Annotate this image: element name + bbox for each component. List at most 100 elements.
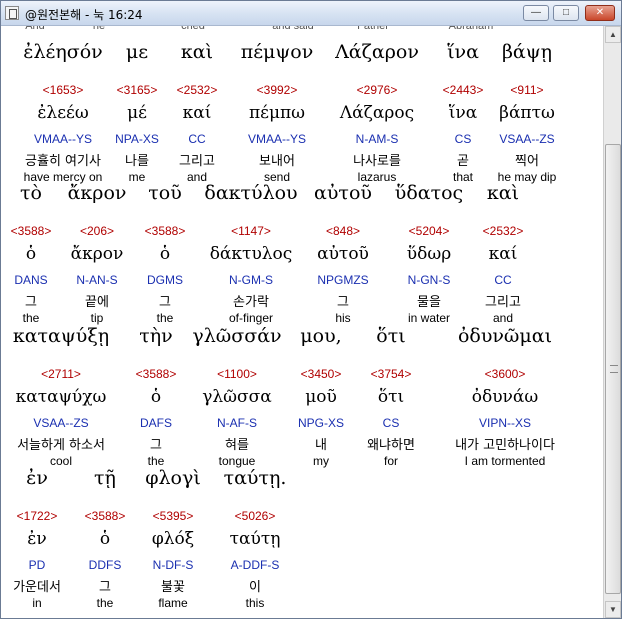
greek-word: τοῦ bbox=[148, 182, 182, 204]
english-gloss: I am tormented bbox=[464, 454, 546, 468]
strongs-number[interactable]: <1653> bbox=[43, 83, 84, 101]
strongs-number[interactable]: <2711> bbox=[41, 367, 81, 385]
lemma: ὀδυνάω bbox=[471, 387, 539, 407]
strongs-number[interactable]: <2976> bbox=[357, 83, 398, 101]
greek-word: ταύτῃ. bbox=[223, 467, 287, 489]
interlinear-text-view[interactable]: And he cried and said Father Abraham ἐλέησόν <… bbox=[1, 26, 601, 618]
strongs-number[interactable]: <3588> bbox=[145, 224, 186, 242]
strongs-number[interactable]: <5026> bbox=[235, 509, 276, 527]
parsing-code: A-DDF-S bbox=[230, 558, 280, 572]
strongs-number[interactable]: <1100> bbox=[217, 367, 257, 385]
lemma: ὕδωρ bbox=[406, 244, 452, 264]
english-gloss: cool bbox=[49, 454, 73, 468]
lemma: βάπτω bbox=[499, 103, 555, 123]
parsing-code: N-GM-S bbox=[229, 273, 273, 287]
strongs-number[interactable]: <2532> bbox=[483, 224, 524, 242]
korean-gloss: 끝에 bbox=[85, 295, 109, 310]
korean-gloss: 그 bbox=[337, 295, 349, 310]
greek-word: δακτύλου bbox=[204, 182, 298, 204]
close-button[interactable]: ✕ bbox=[585, 5, 615, 21]
greek-word: Λάζαρον bbox=[335, 41, 419, 63]
korean-gloss: 서늘하게 하소서 bbox=[17, 438, 105, 453]
greek-word: ὅτι bbox=[376, 325, 406, 347]
strongs-number[interactable]: <1722> bbox=[17, 509, 58, 527]
strongs-number[interactable]: <2443> bbox=[443, 83, 484, 101]
strongs-number[interactable]: <5204> bbox=[409, 224, 450, 242]
greek-word: τὴν bbox=[139, 325, 173, 347]
strongs-number[interactable]: <848> bbox=[326, 224, 360, 242]
parsing-code: DAFS bbox=[139, 416, 173, 430]
cut-off-word: And bbox=[25, 26, 45, 32]
korean-gloss: 나를 bbox=[125, 154, 149, 169]
lemma: ὁ bbox=[150, 387, 162, 407]
greek-word: τῇ bbox=[94, 467, 116, 489]
document-icon[interactable] bbox=[5, 6, 19, 20]
maximize-button[interactable]: □ bbox=[553, 5, 579, 21]
korean-gloss: 나사로를 bbox=[353, 154, 401, 169]
english-gloss: me bbox=[128, 170, 146, 184]
strongs-number[interactable]: <3588> bbox=[136, 367, 177, 385]
cut-off-word: Father bbox=[357, 26, 389, 32]
korean-gloss: 그리고 bbox=[179, 154, 215, 169]
greek-word: ἵνα bbox=[447, 41, 479, 63]
lemma: μέ bbox=[127, 103, 147, 123]
minimize-button[interactable]: — bbox=[523, 5, 549, 21]
english-gloss: in bbox=[32, 596, 42, 610]
parsing-code: VMAA--YS bbox=[247, 132, 307, 146]
korean-gloss: 그리고 bbox=[485, 295, 521, 310]
lemma: δάκτυλος bbox=[209, 244, 293, 264]
korean-gloss: 이 bbox=[249, 580, 261, 595]
lemma: ὅτι bbox=[377, 387, 405, 407]
parsing-code: VMAA--YS bbox=[33, 132, 93, 146]
strongs-number[interactable]: <3588> bbox=[11, 224, 52, 242]
vertical-scrollbar[interactable]: ▲ ▼ bbox=[603, 26, 621, 618]
strongs-number[interactable]: <3992> bbox=[257, 83, 298, 101]
greek-word: με bbox=[125, 41, 149, 63]
parsing-code: DANS bbox=[14, 273, 48, 287]
lemma: Λάζαρος bbox=[339, 103, 415, 123]
lemma: ὁ bbox=[25, 244, 37, 264]
parsing-code: CC bbox=[494, 273, 512, 287]
window-title: @원전본해 - 눅 16:24 bbox=[25, 8, 143, 22]
greek-word: ἐλέησόν bbox=[23, 41, 103, 63]
english-gloss: the bbox=[22, 311, 40, 325]
strongs-number[interactable]: <206> bbox=[80, 224, 114, 242]
grip-icon bbox=[610, 365, 618, 373]
lemma: καταψύχω bbox=[15, 387, 107, 407]
greek-word: αὐτοῦ bbox=[314, 182, 372, 204]
lemma: ὁ bbox=[159, 244, 171, 264]
scroll-down-button[interactable]: ▼ bbox=[605, 601, 621, 618]
scroll-thumb[interactable] bbox=[605, 144, 621, 594]
strongs-number[interactable]: <5395> bbox=[153, 509, 194, 527]
parsing-code: N-GN-S bbox=[407, 273, 451, 287]
korean-gloss: 왜냐하면 bbox=[367, 438, 415, 453]
greek-word: φλογὶ bbox=[145, 467, 201, 489]
lemma: καί bbox=[488, 244, 518, 264]
english-gloss: flame bbox=[158, 596, 188, 610]
korean-gloss: 긍휼히 여기사 bbox=[25, 154, 101, 169]
greek-word: ὀδυνῶμαι bbox=[457, 325, 553, 347]
arrow-up-icon: ▲ bbox=[609, 30, 617, 39]
strongs-number[interactable]: <3600> bbox=[485, 367, 526, 385]
greek-word: πέμψον bbox=[240, 41, 314, 63]
title-bar[interactable]: @원전본해 - 눅 16:24 — □ ✕ bbox=[1, 1, 621, 26]
korean-gloss: 곧 bbox=[457, 154, 469, 169]
strongs-number[interactable]: <3450> bbox=[301, 367, 342, 385]
scroll-up-button[interactable]: ▲ bbox=[605, 26, 621, 43]
korean-gloss: 그 bbox=[150, 438, 162, 453]
lemma: καί bbox=[182, 103, 212, 123]
greek-word: ἐν bbox=[26, 467, 48, 489]
parsing-code: VIPN--XS bbox=[478, 416, 532, 430]
strongs-number[interactable]: <3754> bbox=[371, 367, 412, 385]
korean-gloss: 물을 bbox=[417, 295, 441, 310]
greek-word: ὕδατος bbox=[394, 182, 464, 204]
strongs-number[interactable]: <2532> bbox=[177, 83, 218, 101]
korean-gloss: 혀를 bbox=[225, 438, 249, 453]
strongs-number[interactable]: <3165> bbox=[117, 83, 158, 101]
strongs-number[interactable]: <3588> bbox=[85, 509, 126, 527]
english-gloss: the bbox=[147, 454, 165, 468]
strongs-number[interactable]: <1147> bbox=[231, 224, 271, 242]
cut-off-word: and said bbox=[272, 26, 314, 32]
strongs-number[interactable]: <911> bbox=[510, 83, 543, 101]
english-gloss: tongue bbox=[218, 454, 256, 468]
